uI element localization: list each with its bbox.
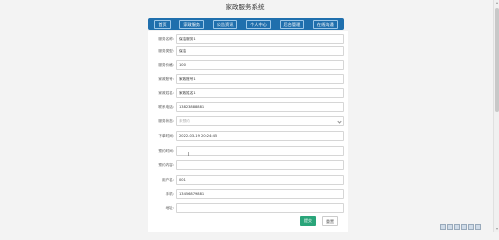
scroll-thumb[interactable] [495,8,499,112]
field-label: 服务状态: [158,119,174,123]
form-row-username: 用户名: 001 [148,174,348,186]
form-row-status: 服务状态: 未预约 [148,115,348,127]
field-label: 手机: [165,192,174,196]
username-field[interactable]: 001 [176,175,344,185]
order-time-field[interactable]: 2022-03-19 20:24:45 [176,131,344,141]
tray-icon[interactable] [475,224,481,230]
field-label: 服务类型: [158,49,174,53]
mobile-field[interactable]: 13456879881 [176,189,344,199]
form-row-price: 服务价格: 100 [148,59,348,71]
form-row-service-name: 服务名称: 保洁服务1 [148,33,348,45]
service-status-select[interactable]: 未预约 [176,116,344,126]
form-row-mobile: 手机: 13456879881 [148,188,348,200]
form-row-housekeeper-account: 家政账号: 家政账号1 [148,73,348,85]
appointment-time-field[interactable] [176,146,344,156]
housekeeper-account-field[interactable]: 家政账号1 [176,74,344,84]
reset-button[interactable]: 重置 [322,216,338,226]
field-label: 服务名称: [158,37,174,41]
nav-item-news[interactable]: 公告资讯 [212,19,238,29]
page-scrollbar[interactable] [493,0,499,232]
submit-button[interactable]: 提交 [300,216,316,226]
field-label: 预约内容: [158,163,174,167]
field-label: 地址: [165,206,174,210]
main-nav: 首页 家政服务 公告资讯 个人中心 后台管理 在线沟通 [148,18,344,30]
form-row-housekeeper-name: 家政姓名: 家政姓名1 [148,87,348,99]
address-field[interactable] [176,203,344,213]
select-value: 未预约 [179,119,190,123]
field-label: 家政姓名: [158,91,174,95]
nav-item-chat[interactable]: 在线沟通 [312,19,338,29]
nav-item-home[interactable]: 首页 [154,19,171,29]
nav-item-services[interactable]: 家政服务 [179,19,205,29]
service-type-field[interactable]: 保洁 [176,46,344,56]
tray-icon[interactable] [461,224,467,230]
field-label: 服务价格: [158,63,174,67]
form-row-address: 地址: [148,202,348,214]
appointment-content-field[interactable] [176,160,344,170]
housekeeper-name-field[interactable]: 家政姓名1 [176,88,344,98]
field-label: 家政账号: [158,77,174,81]
scroll-up-icon[interactable] [495,2,498,4]
nav-item-profile[interactable]: 个人中心 [246,19,271,29]
field-label: 用户名: [162,178,174,182]
system-tray [440,222,493,232]
field-label: 预约时间: [158,149,174,153]
form-row-order-time: 下单时间: 2022-03-19 20:24:45 [148,130,348,142]
tray-icon[interactable] [454,224,460,230]
service-name-field[interactable]: 保洁服务1 [176,34,344,44]
order-form: 服务名称: 保洁服务1 服务类型: 保洁 服务价格: 100 家政账号: 家政账… [148,31,348,232]
form-row-phone: 联系电话: 13823888881 [148,101,348,113]
form-row-service-type: 服务类型: 保洁 [148,45,348,57]
nav-item-admin[interactable]: 后台管理 [279,19,305,29]
text-cursor-icon: I [188,152,190,158]
tray-icon[interactable] [440,224,446,230]
field-label: 下单时间: [158,134,174,138]
form-row-appointment-content: 预约内容: [148,159,348,171]
chevron-down-icon [337,119,342,124]
form-row-appointment-time: 预约时间: [148,145,348,157]
tray-icon[interactable] [468,224,474,230]
scroll-down-icon[interactable] [495,228,498,230]
price-field[interactable]: 100 [176,60,344,70]
tray-icon[interactable] [447,224,453,230]
contact-phone-field[interactable]: 13823888881 [176,102,344,112]
field-label: 联系电话: [158,105,174,109]
page-title: 家政服务系统 [0,0,490,16]
